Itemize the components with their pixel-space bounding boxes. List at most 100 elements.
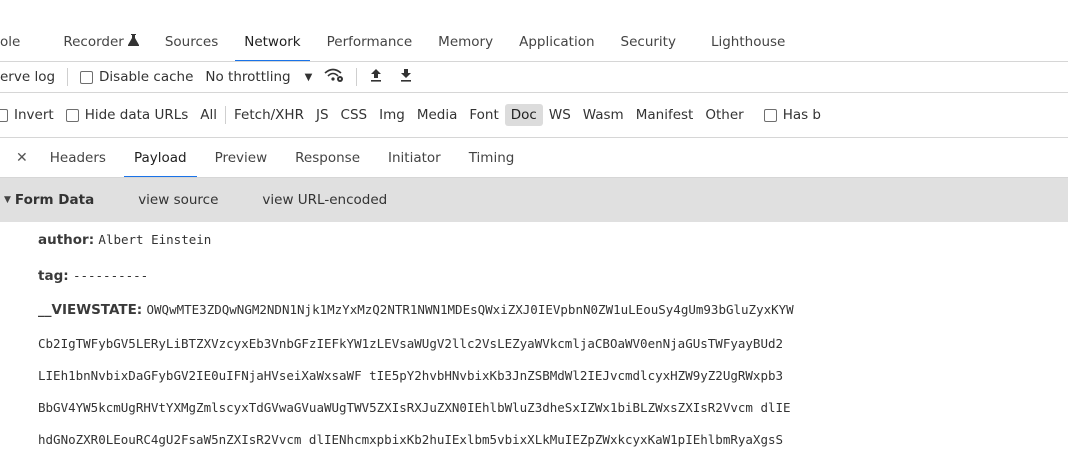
- form-field-viewstate: __VIEWSTATE: OWQwMTE3ZDQwNGM2NDN1Njk1MzY…: [38, 302, 1068, 318]
- hide-data-urls-toggle[interactable]: Hide data URLs: [60, 104, 195, 126]
- filter-label: CSS: [340, 107, 368, 123]
- filter-media[interactable]: Media: [411, 104, 464, 126]
- tab-label: Timing: [468, 149, 515, 166]
- tab-label: Network: [244, 33, 301, 50]
- download-icon: [399, 68, 413, 86]
- tab-recorder[interactable]: Recorder: [50, 22, 152, 62]
- tab-preview[interactable]: Preview: [201, 138, 282, 177]
- filter-label: Manifest: [635, 107, 694, 123]
- preserve-log-label: erve log: [0, 69, 56, 85]
- has-blocked-cookies-label: Has b: [782, 107, 822, 123]
- import-har-button[interactable]: [363, 62, 389, 92]
- filter-label: Doc: [510, 107, 537, 123]
- viewstate-line: hdGNoZXR0LEouRC4gU2FsaW5nZXIsR2Vvcm dlIE…: [38, 432, 784, 447]
- viewstate-line: BbGV4YW5kcmUgRHVtYXMgZmlscyxTdGVwaGVuaWU…: [38, 400, 791, 415]
- view-source-link[interactable]: view source: [94, 192, 218, 208]
- disable-cache-toggle[interactable]: Disable cache: [74, 62, 199, 92]
- hide-data-urls-checkbox[interactable]: [65, 108, 79, 122]
- tab-label: Recorder: [63, 33, 124, 50]
- throttling-select[interactable]: No throttling ▼: [199, 62, 318, 92]
- tab-label: Application: [519, 33, 595, 50]
- tab-initiator[interactable]: Initiator: [374, 138, 455, 177]
- invert-checkbox[interactable]: [0, 108, 8, 122]
- tab-security[interactable]: Security: [608, 22, 689, 62]
- preserve-log-toggle[interactable]: erve log: [0, 62, 61, 92]
- filter-fetch-xhr[interactable]: Fetch/XHR: [228, 104, 310, 126]
- tab-label: Preview: [214, 149, 268, 166]
- request-detail-tabs: ✕ Headers Payload Preview Response Initi…: [0, 138, 1068, 178]
- field-value: Albert Einstein: [98, 232, 212, 247]
- filter-img[interactable]: Img: [373, 104, 411, 126]
- filter-doc[interactable]: Doc: [504, 104, 543, 126]
- filter-all[interactable]: All: [194, 104, 223, 126]
- filter-manifest[interactable]: Manifest: [630, 104, 700, 126]
- divider: [225, 106, 227, 124]
- tab-label: Memory: [438, 33, 494, 50]
- network-conditions-button[interactable]: [318, 62, 350, 92]
- filter-label: Img: [379, 107, 405, 123]
- field-key: __VIEWSTATE:: [38, 302, 143, 318]
- filter-wasm[interactable]: Wasm: [577, 104, 630, 126]
- tab-network[interactable]: Network: [231, 22, 313, 61]
- field-value: ----------: [72, 268, 149, 283]
- disable-cache-checkbox[interactable]: [80, 70, 94, 84]
- divider: [356, 68, 358, 86]
- tab-payload[interactable]: Payload: [120, 138, 201, 177]
- tab-label: Initiator: [388, 149, 441, 166]
- filter-other[interactable]: Other: [699, 104, 749, 126]
- filter-label: Font: [469, 107, 499, 123]
- form-data-title: Form Data: [14, 192, 95, 208]
- tab-performance[interactable]: Performance: [314, 22, 426, 62]
- tab-lighthouse[interactable]: Lighthouse: [689, 22, 798, 62]
- filter-label: All: [200, 107, 218, 123]
- view-url-encoded-link[interactable]: view URL-encoded: [218, 192, 387, 208]
- tab-console[interactable]: ole: [0, 22, 50, 62]
- tab-label: Lighthouse: [710, 33, 786, 50]
- field-value: OWQwMTE3ZDQwNGM2NDN1Njk1MzYxMzQ2NTR1NWN1…: [146, 302, 794, 317]
- triangle-down-icon: ▼: [4, 195, 11, 205]
- form-field-tag: tag: ----------: [38, 268, 1068, 284]
- invert-toggle[interactable]: Invert: [0, 104, 60, 126]
- filter-label: Wasm: [582, 107, 624, 123]
- hide-data-urls-label: Hide data URLs: [84, 107, 189, 123]
- has-blocked-cookies-toggle[interactable]: Has b: [750, 104, 827, 126]
- filter-css[interactable]: CSS: [335, 104, 374, 126]
- filter-js[interactable]: JS: [310, 104, 335, 126]
- tab-label: Payload: [133, 149, 187, 166]
- form-field-author: author: Albert Einstein: [38, 232, 1068, 248]
- filter-ws[interactable]: WS: [543, 104, 577, 126]
- filter-font[interactable]: Font: [463, 104, 504, 126]
- network-toolbar: erve log Disable cache No throttling ▼: [0, 62, 1068, 93]
- tab-label: Headers: [49, 149, 106, 166]
- tab-sources[interactable]: Sources: [152, 22, 231, 62]
- viewstate-line: LIEh1bnNvbixDaGFybGV2IE0uIFNjaHVseiXaWxs…: [38, 368, 784, 383]
- throttling-label: No throttling: [205, 69, 291, 85]
- caret-down-icon: ▼: [304, 71, 313, 83]
- filter-label: JS: [315, 107, 329, 123]
- tab-label: ole: [0, 33, 21, 50]
- wifi-settings-icon: [324, 68, 344, 86]
- tab-label: Security: [620, 33, 676, 50]
- viewstate-line: Cb2IgTWFybGV5LERyLiBTZXVzcyxEb3VnbGFzIEF…: [38, 336, 784, 351]
- tab-headers[interactable]: Headers: [36, 138, 120, 177]
- form-data-section-header[interactable]: ▼ Form Data view source view URL-encoded: [0, 178, 1068, 222]
- flask-icon: [127, 33, 139, 50]
- field-key: tag:: [38, 268, 69, 284]
- has-blocked-cookies-checkbox[interactable]: [763, 108, 777, 122]
- tab-application[interactable]: Application: [506, 22, 607, 62]
- field-key: author:: [38, 232, 95, 248]
- filter-label: Fetch/XHR: [234, 107, 304, 123]
- filter-label: Media: [416, 107, 458, 123]
- tab-timing[interactable]: Timing: [455, 138, 529, 177]
- tab-label: Response: [295, 149, 360, 166]
- filter-label: Other: [705, 107, 744, 123]
- filter-label: WS: [548, 107, 571, 123]
- export-har-button[interactable]: [389, 62, 419, 92]
- invert-label: Invert: [14, 107, 54, 123]
- tab-label: Performance: [326, 33, 413, 50]
- devtools-main-tabs: ole Recorder Sources Network Performance…: [0, 0, 1068, 62]
- close-icon[interactable]: ✕: [0, 150, 36, 166]
- tab-response[interactable]: Response: [281, 138, 374, 177]
- tab-memory[interactable]: Memory: [425, 22, 506, 62]
- network-filter-bar: Invert Hide data URLs All Fetch/XHR JS C…: [0, 93, 1068, 138]
